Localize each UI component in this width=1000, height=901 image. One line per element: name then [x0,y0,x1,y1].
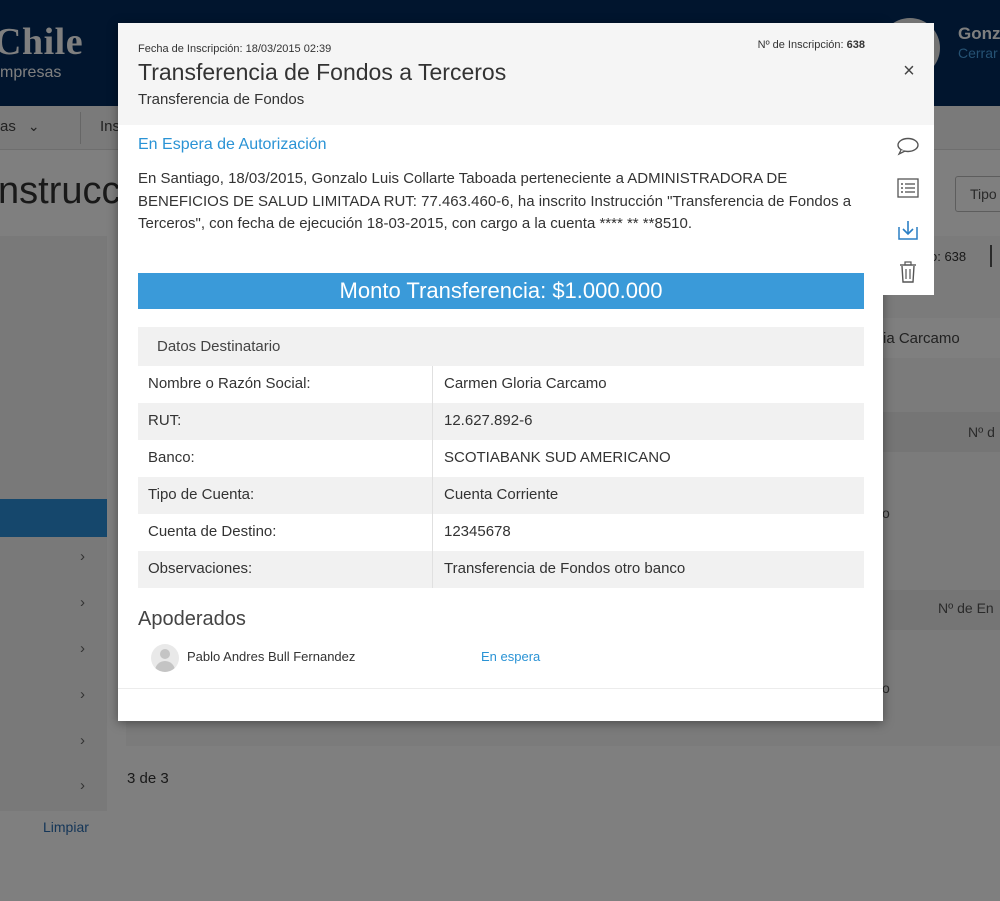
field-label: Nombre o Razón Social: [138,366,433,403]
field-label: Cuenta de Destino: [138,514,433,551]
field-value: Cuenta Corriente [444,486,559,503]
field-value: 12345678 [444,523,511,540]
divider [118,688,883,689]
field-value: Transferencia de Fondos otro banco [444,560,686,577]
field-value: 12.627.892-6 [444,412,533,429]
inscription-date: Fecha de Inscripción: 18/03/2015 02:39 [138,43,332,55]
modal-toolbar-header: × [883,23,934,125]
table-row: Nombre o Razón Social: Carmen Gloria Car… [138,366,864,403]
inscription-number-label: Nº de Inscripción: [757,39,844,51]
table-row: Cuenta de Destino: 12345678 [138,514,864,551]
comment-icon[interactable] [895,133,921,159]
modal-subtitle: Transferencia de Fondos [138,91,305,108]
attorney-status: En espera [481,649,541,664]
modal-toolbar [883,125,934,295]
inscription-number-value: 638 [846,39,865,51]
trash-icon[interactable] [895,259,921,285]
status-label: En Espera de Autorización [138,136,327,153]
modal-header: Fecha de Inscripción: 18/03/2015 02:39 N… [118,23,883,125]
table-row: Tipo de Cuenta: Cuenta Corriente [138,477,864,514]
recipient-section-title: Datos Destinatario [138,327,864,366]
list-icon[interactable] [895,175,921,201]
attorneys-title: Apoderados [138,608,246,630]
field-label: Tipo de Cuenta: [138,477,433,514]
field-label: RUT: [138,403,433,440]
field-label: Banco: [138,440,433,477]
table-row: RUT: 12.627.892-6 [138,403,864,440]
table-row: Observaciones: Transferencia de Fondos o… [138,551,864,588]
modal-title: Transferencia de Fondos a Terceros [138,59,507,85]
field-value: Carmen Gloria Carcamo [444,375,607,392]
instruction-detail-modal: Fecha de Inscripción: 18/03/2015 02:39 N… [118,23,883,721]
close-button[interactable]: × [899,61,919,85]
avatar [151,644,179,672]
field-value: SCOTIABANK SUD AMERICANO [444,449,671,466]
instruction-description: En Santiago, 18/03/2015, Gonzalo Luis Co… [138,170,852,232]
transfer-amount-banner: Monto Transferencia: $1.000.000 [138,273,864,309]
attorney-name: Pablo Andres Bull Fernandez [187,649,356,664]
inscription-number: Nº de Inscripción: 638 [758,39,865,51]
table-row: Banco: SCOTIABANK SUD AMERICANO [138,440,864,477]
field-label: Observaciones: [138,551,433,588]
recipient-table: Datos Destinatario Nombre o Razón Social… [138,327,864,588]
download-icon[interactable] [895,217,921,243]
